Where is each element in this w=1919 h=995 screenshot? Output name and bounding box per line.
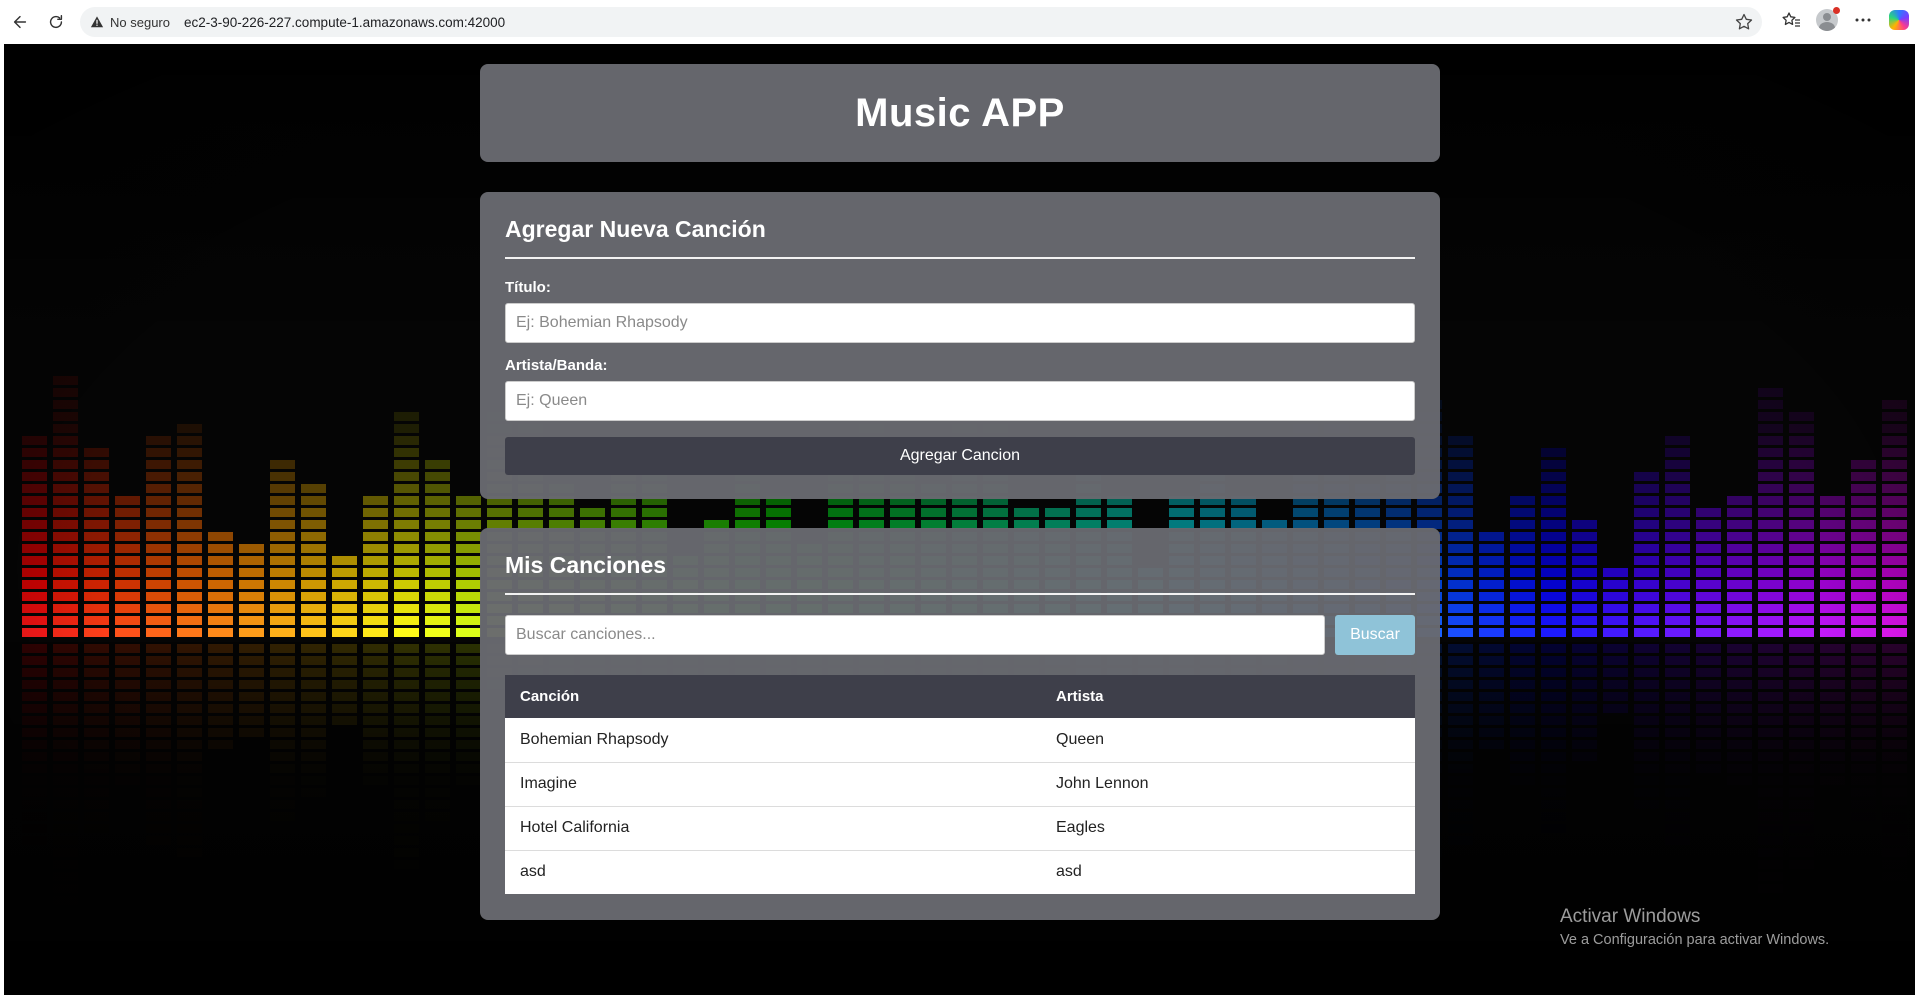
table-row[interactable]: asd asd [505,850,1415,894]
table-row[interactable]: Hotel California Eagles [505,806,1415,851]
search-input[interactable] [505,615,1325,655]
url-text[interactable]: ec2-3-90-226-227.compute-1.amazonaws.com… [184,15,505,30]
artist-cell: asd [1041,850,1415,894]
artist-cell: Eagles [1041,806,1415,851]
song-cell: Imagine [505,762,1041,807]
browser-toolbar: No seguro ec2-3-90-226-227.compute-1.ama… [0,0,1919,44]
title-label: Título: [505,279,551,296]
song-cell: Bohemian Rhapsody [505,718,1041,763]
watermark-subtitle: Ve a Configuración para activar Windows. [1560,932,1830,948]
search-row: Buscar [505,615,1415,655]
add-song-heading: Agregar Nueva Canción [505,216,1415,259]
song-cell: Hotel California [505,806,1041,851]
artist-input[interactable] [505,381,1415,421]
back-arrow-icon[interactable] [6,8,34,36]
title-input[interactable] [505,303,1415,343]
reload-icon[interactable] [42,8,70,36]
songs-heading: Mis Canciones [505,552,1415,595]
copilot-icon[interactable] [1887,8,1911,32]
browser-tools [1779,7,1911,32]
table-row[interactable]: Bohemian Rhapsody Queen [505,718,1415,763]
page-viewport: Music APP Agregar Nueva Canción Título: … [4,44,1915,995]
title-field-group: Título: [505,279,1415,343]
song-cell: asd [505,850,1041,894]
add-song-button[interactable]: Agregar Cancion [505,437,1415,475]
star-icon[interactable] [1734,12,1754,32]
favorites-icon[interactable] [1779,8,1803,32]
watermark-title: Activar Windows [1560,906,1701,927]
artist-field-group: Artista/Banda: [505,357,1415,421]
profile-icon[interactable] [1815,7,1840,32]
address-bar[interactable]: No seguro ec2-3-90-226-227.compute-1.ama… [80,7,1762,37]
add-song-card: Agregar Nueva Canción Título: Artista/Ba… [480,192,1440,499]
artist-cell: John Lennon [1041,762,1415,807]
column-header-song[interactable]: Canción [505,675,1041,718]
artist-label: Artista/Banda: [505,357,608,374]
header-card: Music APP [480,64,1440,162]
windows-activation-watermark: Activar Windows Ve a Configuración para … [1560,906,1829,948]
table-row[interactable]: Imagine John Lennon [505,762,1415,807]
warning-icon[interactable] [90,15,104,29]
artist-cell: Queen [1041,718,1415,763]
search-button[interactable]: Buscar [1335,615,1415,655]
more-icon[interactable] [1851,8,1875,32]
songs-table: Canción Artista Bohemian Rhapsody Queen … [505,675,1415,894]
security-label[interactable]: No seguro [110,15,170,30]
table-header-row: Canción Artista [505,675,1415,718]
app-title: Music APP [855,90,1065,135]
notification-dot [1833,7,1840,14]
column-header-artist[interactable]: Artista [1041,675,1415,718]
songs-card: Mis Canciones Buscar Canción Artista Boh… [480,528,1440,920]
